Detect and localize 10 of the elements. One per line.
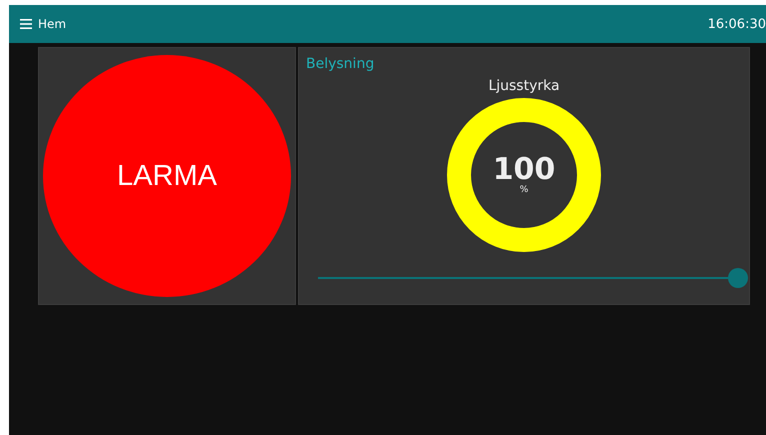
card-title: Belysning xyxy=(306,56,374,72)
gauge-unit: % xyxy=(520,185,528,195)
gauge-label: Ljusstyrka xyxy=(488,78,560,94)
alarm-button[interactable]: LARMA xyxy=(43,55,291,297)
menu-button[interactable]: Hem xyxy=(20,17,66,31)
page-title: Hem xyxy=(38,17,66,31)
gauge-value: 100 xyxy=(492,155,556,185)
slider-thumb[interactable] xyxy=(728,268,748,288)
menu-icon xyxy=(20,19,32,29)
clock-time: 16:06:30 xyxy=(708,16,766,32)
